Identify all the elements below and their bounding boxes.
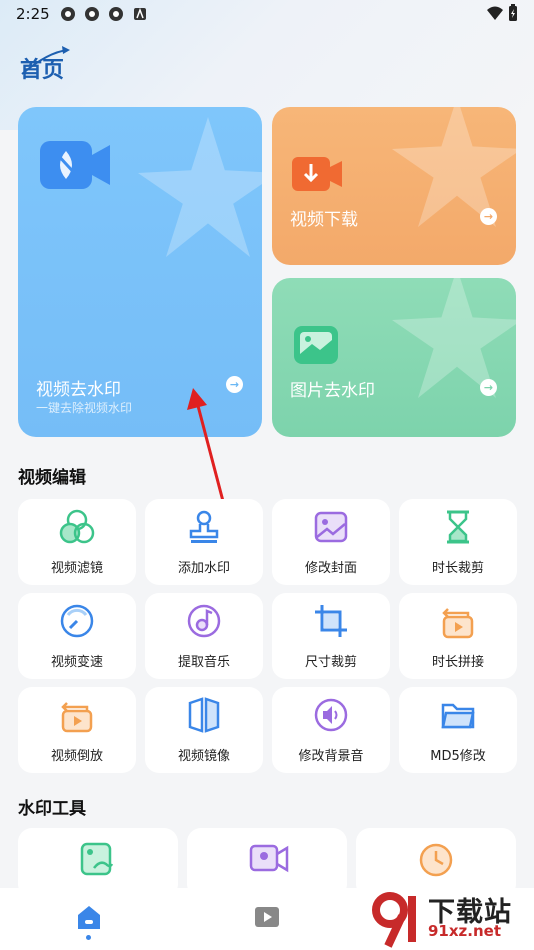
system-icons	[486, 4, 518, 22]
hourglass-icon	[447, 510, 469, 544]
notification-icon	[85, 7, 99, 21]
mirror-icon	[188, 697, 220, 733]
site-watermark-url: 91xz.net	[428, 922, 502, 940]
video-watermark-icon	[40, 141, 110, 189]
tool-label: MD5修改	[430, 749, 486, 764]
tool-label: 视频滤镜	[50, 561, 103, 576]
image-remove-title: 图片去水印	[290, 381, 375, 401]
tool-tile[interactable]: 时长裁剪	[399, 499, 517, 585]
star-decoration-icon	[392, 278, 516, 398]
folder-icon	[441, 703, 475, 729]
remove-watermark-title: 视频去水印	[36, 380, 121, 400]
tool-label: 修改封面	[304, 561, 357, 576]
tool-tile[interactable]: MD5修改	[399, 687, 517, 773]
tool-tile[interactable]: 修改背景音	[272, 687, 390, 773]
download-icon	[292, 157, 342, 191]
remove-watermark-subtitle: 一键去除视频水印	[36, 401, 133, 415]
notification-icon	[61, 7, 75, 21]
tool-label: 尺寸裁剪	[304, 655, 357, 670]
tool-label: 视频倒放	[50, 749, 103, 764]
site-logo-icon	[372, 892, 416, 948]
clock-icon	[419, 843, 453, 877]
tool-label: 视频镜像	[177, 749, 230, 764]
join-icon	[442, 608, 474, 639]
speedometer-icon	[60, 604, 94, 638]
page-title: 首页	[20, 58, 65, 83]
video-download-card[interactable]: 视频下载 →	[272, 107, 516, 265]
site-watermark: 下载站 91xz.net	[368, 886, 534, 950]
star-decoration-icon	[392, 107, 516, 227]
star-decoration-icon	[138, 117, 262, 257]
wifi-icon	[487, 6, 503, 20]
tool-label: 修改背景音	[298, 749, 364, 764]
image-remove-watermark-card[interactable]: 图片去水印 →	[272, 278, 516, 437]
status-bar: 2:25	[0, 0, 534, 28]
tool-label: 添加水印	[177, 561, 230, 576]
tool-label: 视频变速	[50, 655, 103, 670]
page-logo: 首页	[18, 44, 78, 84]
arrow-right-icon[interactable]: →	[480, 379, 497, 396]
active-tab-indicator	[86, 935, 91, 940]
video-download-title: 视频下载	[290, 210, 358, 230]
tool-label: 时长拼接	[431, 655, 484, 670]
image-wave-icon	[80, 842, 114, 876]
filter-icon	[59, 509, 95, 544]
notification-icon	[109, 7, 123, 21]
image-icon	[294, 326, 338, 364]
tool-label: 提取音乐	[177, 655, 230, 670]
video-edit-section-title: 视频编辑	[18, 468, 86, 488]
tool-tile[interactable]: 提取音乐	[145, 593, 263, 679]
image-icon	[314, 511, 348, 543]
tool-tile[interactable]: 添加水印	[145, 499, 263, 585]
tool-tile[interactable]: 视频变速	[18, 593, 136, 679]
status-time: 2:25	[16, 5, 50, 23]
video-tab-icon[interactable]	[252, 902, 282, 932]
home-icon[interactable]	[74, 902, 104, 932]
crop-icon	[315, 605, 347, 637]
music-icon	[187, 604, 221, 638]
speaker-icon	[314, 698, 348, 732]
tool-tile[interactable]: 时长拼接	[399, 593, 517, 679]
tool-tile[interactable]: 视频倒放	[18, 687, 136, 773]
tool-tile[interactable]: 尺寸裁剪	[272, 593, 390, 679]
reverse-icon	[61, 702, 93, 733]
stamp-icon	[189, 510, 219, 543]
watermark-tools-section-title: 水印工具	[18, 799, 86, 819]
video-person-icon	[249, 844, 289, 873]
keyboard-icon	[134, 7, 146, 20]
arrow-right-icon[interactable]: →	[480, 208, 497, 225]
battery-icon	[509, 4, 517, 21]
tool-tile[interactable]: 视频滤镜	[18, 499, 136, 585]
tool-label: 时长裁剪	[431, 561, 484, 576]
tool-tile[interactable]: 修改封面	[272, 499, 390, 585]
tool-tile[interactable]: 视频镜像	[145, 687, 263, 773]
